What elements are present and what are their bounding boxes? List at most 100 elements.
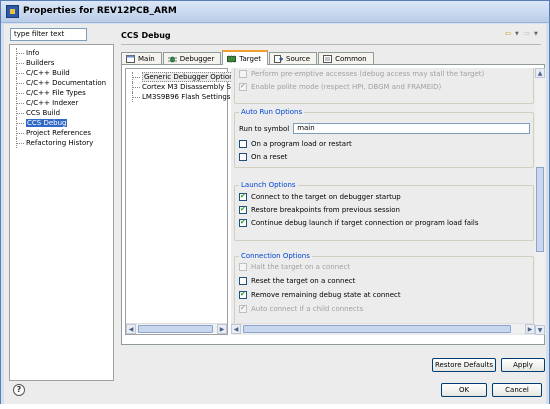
checkbox[interactable]	[239, 82, 247, 91]
run-to-symbol-label: Run to symbol	[239, 124, 290, 133]
run-to-symbol-input[interactable]: main	[293, 123, 531, 134]
run-to-symbol-row: Run to symbol main	[239, 123, 531, 134]
tree-item-label: CCS Build	[26, 109, 61, 117]
checkbox[interactable]	[239, 304, 247, 313]
sub-item-label: LM3S9B96 Flash Settings	[142, 93, 231, 101]
option-polite-mode[interactable]: Enable polite mode (respect HPI, DBGM an…	[239, 82, 441, 92]
option-label: Enable polite mode (respect HPI, DBGM an…	[251, 83, 442, 91]
option-label: Connect to the target on debugger startu…	[251, 193, 401, 201]
checkbox[interactable]	[239, 263, 247, 271]
properties-dialog: Properties for REV12PCB_ARM type filter …	[0, 0, 550, 409]
scroll-thumb[interactable]	[243, 325, 511, 333]
option-connect-on-startup[interactable]: Connect to the target on debugger startu…	[239, 192, 401, 202]
group-title: Auto Run Options	[239, 108, 305, 116]
checkbox[interactable]	[239, 153, 247, 161]
apply-button[interactable]: Apply	[501, 358, 545, 372]
tree-item-project-references[interactable]: Project References	[14, 128, 91, 138]
tree-item-cpp-indexer[interactable]: C/C++ Indexer	[14, 98, 78, 108]
tree-item-builders[interactable]: Builders	[14, 58, 54, 68]
page-title: CCS Debug	[121, 31, 171, 40]
sub-item-cortex-m3-disassembly-style[interactable]: Cortex M3 Disassembly Style	[126, 82, 244, 92]
back-arrow-icon[interactable]: ⇦	[503, 29, 513, 38]
scroll-down-icon[interactable]: ▼	[535, 325, 545, 335]
auto-run-options-group: Auto Run Options Run to symbol main On a…	[234, 108, 534, 168]
checkbox[interactable]	[239, 290, 247, 299]
debugger-options-tree: Generic Debugger Options Cortex M3 Disas…	[125, 68, 244, 335]
option-label: Reset the target on a connect	[251, 277, 356, 285]
launch-options-group: Launch Options Connect to the target on …	[234, 181, 534, 241]
tree-item-cpp-documentation[interactable]: C/C++ Documentation	[14, 78, 106, 88]
target-icon	[227, 54, 237, 63]
subtree-hscrollbar[interactable]: ◀ ▶	[126, 323, 227, 334]
option-label: Restore breakpoints from previous sessio…	[251, 206, 400, 214]
checkbox[interactable]	[239, 205, 247, 214]
tree-item-label: C/C++ Build	[26, 69, 70, 77]
general-options-group: Perform pre-emptive accesses (debug acce…	[234, 68, 534, 104]
tree-item-label: Project References	[26, 129, 92, 137]
checkbox[interactable]	[239, 140, 247, 148]
ok-button[interactable]: OK	[441, 383, 487, 397]
tree-item-refactoring-history[interactable]: Refactoring History	[14, 138, 93, 148]
chevron-down-icon[interactable]: ▼	[534, 31, 539, 37]
sub-item-generic-debugger-options[interactable]: Generic Debugger Options	[126, 72, 240, 82]
chevron-down-icon[interactable]: ▼	[515, 31, 520, 37]
tree-item-label: Refactoring History	[26, 139, 94, 147]
option-label: On a reset	[251, 153, 288, 161]
scroll-left-icon[interactable]: ◀	[126, 324, 136, 334]
source-icon	[274, 55, 284, 63]
options-hscrollbar[interactable]: ◀ ▶	[231, 323, 535, 334]
option-reset-on-connect[interactable]: Reset the target on a connect	[239, 276, 355, 286]
tree-item-cpp-file-types[interactable]: C/C++ File Types	[14, 88, 86, 98]
option-restore-breakpoints[interactable]: Restore breakpoints from previous sessio…	[239, 205, 400, 215]
option-label: Auto connect if a child connects	[251, 305, 364, 313]
bug-icon	[167, 56, 177, 63]
cancel-button[interactable]: Cancel	[492, 383, 542, 397]
scroll-up-icon[interactable]: ▲	[535, 68, 545, 78]
target-tab-page: Generic Debugger Options Cortex M3 Disas…	[121, 64, 545, 345]
tab-target[interactable]: Target	[222, 50, 269, 65]
tree-item-ccs-build[interactable]: CCS Build	[14, 108, 60, 118]
option-label: Remove remaining debug state at connect	[251, 291, 401, 299]
filter-input[interactable]: type filter text	[10, 28, 87, 41]
scroll-thumb[interactable]	[138, 325, 213, 333]
tab-bar: Main Debugger Target Source Common	[121, 50, 375, 65]
restore-defaults-button[interactable]: Restore Defaults	[432, 358, 496, 372]
option-label: Continue debug launch if target connecti…	[251, 219, 479, 227]
help-icon[interactable]: ?	[13, 384, 25, 396]
property-tree: Info Builders C/C++ Build C/C++ Document…	[9, 44, 114, 381]
group-title: Connection Options	[239, 252, 312, 260]
tree-item-cpp-build[interactable]: C/C++ Build	[14, 68, 70, 78]
option-label: Halt the target on a connect	[251, 263, 351, 271]
option-continue-debug-launch[interactable]: Continue debug launch if target connecti…	[239, 218, 479, 228]
checkbox[interactable]	[239, 218, 247, 227]
option-label: Perform pre-emptive accesses (debug acce…	[251, 70, 485, 78]
tree-item-ccs-debug[interactable]: CCS Debug	[14, 118, 68, 128]
checkbox[interactable]	[239, 192, 247, 201]
common-icon	[323, 55, 333, 63]
sub-item-label: Cortex M3 Disassembly Style	[142, 83, 245, 91]
tree-item-label: C/C++ Indexer	[26, 99, 79, 107]
checkbox[interactable]	[239, 277, 247, 285]
forward-arrow-icon[interactable]: ⇨	[522, 29, 532, 38]
option-remove-debug-state[interactable]: Remove remaining debug state at connect	[239, 290, 401, 300]
checkbox[interactable]	[239, 70, 247, 78]
nav-buttons: ⇦ ▼ ⇨ ▼	[503, 29, 539, 38]
tree-item-label: CCS Debug	[26, 119, 68, 127]
option-label: On a program load or restart	[251, 140, 352, 148]
scroll-thumb[interactable]	[536, 167, 544, 252]
group-title: Launch Options	[239, 181, 298, 189]
options-vscrollbar[interactable]: ▲ ▼	[535, 68, 545, 335]
option-on-program-load[interactable]: On a program load or restart	[239, 139, 352, 149]
option-preemptive-accesses[interactable]: Perform pre-emptive accesses (debug acce…	[239, 69, 484, 79]
property-page: CCS Debug ⇦ ▼ ⇨ ▼ Main Debugger Target S…	[117, 26, 545, 381]
scroll-right-icon[interactable]: ▶	[525, 324, 535, 334]
option-auto-connect-child[interactable]: Auto connect if a child connects	[239, 304, 363, 314]
title-bar[interactable]: Properties for REV12PCB_ARM	[1, 1, 549, 23]
option-on-reset[interactable]: On a reset	[239, 152, 287, 162]
tree-item-info[interactable]: Info	[14, 48, 39, 58]
title-separator	[121, 44, 541, 45]
sub-item-flash-settings[interactable]: LM3S9B96 Flash Settings	[126, 92, 231, 102]
scroll-left-icon[interactable]: ◀	[231, 324, 241, 334]
scroll-right-icon[interactable]: ▶	[217, 324, 227, 334]
option-halt-on-connect[interactable]: Halt the target on a connect	[239, 262, 350, 272]
